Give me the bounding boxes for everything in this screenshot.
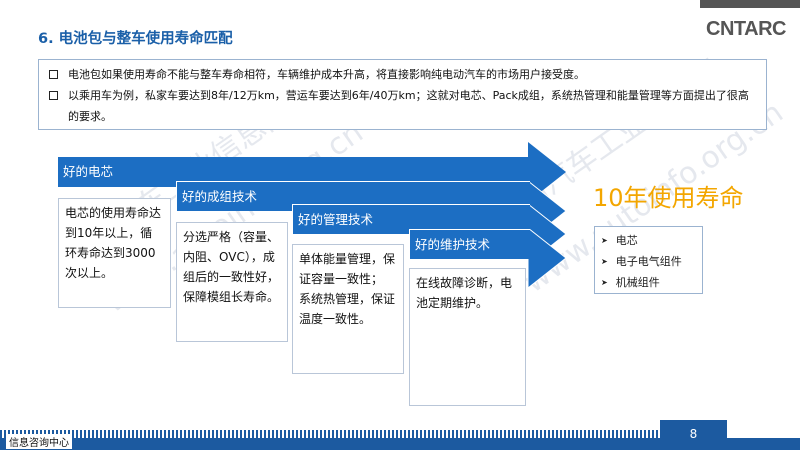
component-item: ➤ 电子电气组件 [601,251,702,272]
footer: 信息咨询中心 8 [0,420,800,450]
stage-card-pack: 分选严格（容量、内阻、OVC），成组后的一致性好，保障模组长寿命。 [176,222,288,342]
stage-card-maintenance: 在线故障诊断，电池定期维护。 [409,268,526,406]
footer-org-label: 信息咨询中心 [6,434,72,449]
component-item: ➤ 机械组件 [601,272,702,293]
component-item: ➤ 电芯 [601,230,702,251]
stage-card-management: 单体能量管理，保证容量一致性； 系统热管理，保证温度一致性。 [292,244,404,374]
component-label: 电芯 [615,234,638,247]
footer-stripe [0,430,660,438]
stage-card-cell: 电芯的使用寿命达到10年以上，循环寿命达到3000次以上。 [58,198,171,308]
component-list: ➤ 电芯 ➤ 电子电气组件 ➤ 机械组件 [594,226,703,294]
goal-title: 10年使用寿命 [593,184,744,212]
component-label: 电子电气组件 [615,255,682,268]
triangle-bullet-icon: ➤ [601,257,608,266]
component-label: 机械组件 [615,276,660,289]
triangle-bullet-icon: ➤ [601,236,608,245]
page-number: 8 [660,420,727,448]
triangle-bullet-icon: ➤ [601,278,608,287]
stage-band-maintenance: 好的维护技术 [409,229,530,259]
